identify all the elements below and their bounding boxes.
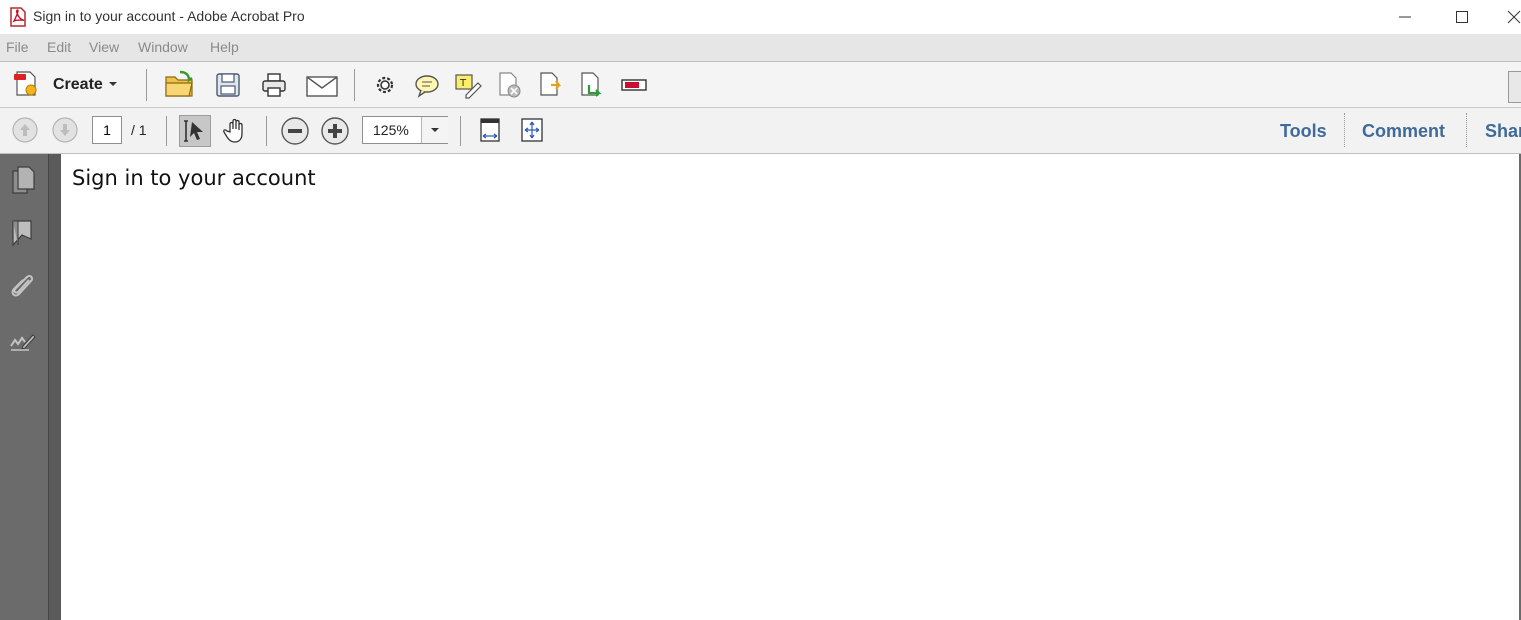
- menu-window[interactable]: Window: [138, 39, 188, 55]
- previous-page-icon[interactable]: [11, 116, 39, 144]
- panel-divider: [1466, 113, 1467, 147]
- pane-splitter[interactable]: [48, 154, 61, 620]
- create-pdf-icon[interactable]: [12, 70, 40, 98]
- navigation-pane: [0, 154, 48, 620]
- page-total: / 1: [131, 122, 147, 138]
- minimize-icon[interactable]: [1392, 4, 1418, 30]
- menu-file[interactable]: File: [6, 39, 29, 55]
- zoom-level-value: 125%: [373, 122, 409, 138]
- toolbar-divider: [166, 116, 167, 146]
- main-toolbar: Create T: [0, 62, 1521, 108]
- svg-text:T: T: [459, 78, 467, 89]
- toolbar-divider: [354, 69, 355, 101]
- bookmarks-icon[interactable]: [9, 219, 37, 249]
- toolbar-divider: [460, 116, 461, 146]
- menu-help[interactable]: Help: [210, 39, 239, 55]
- comment-icon[interactable]: [413, 72, 441, 100]
- gear-icon[interactable]: [371, 71, 399, 99]
- panel-divider: [1344, 113, 1345, 147]
- menu-view[interactable]: View: [89, 39, 119, 55]
- hand-tool-icon[interactable]: [222, 116, 250, 144]
- signatures-icon[interactable]: [9, 326, 37, 356]
- tools-panel-link[interactable]: Tools: [1280, 121, 1327, 142]
- document-send-icon[interactable]: [578, 71, 606, 99]
- zoom-out-icon[interactable]: [280, 116, 310, 146]
- menu-bar: File Edit View Window Help: [0, 34, 1521, 62]
- print-icon[interactable]: [260, 71, 288, 99]
- document-export-icon[interactable]: [537, 71, 565, 99]
- document-text: Sign in to your account: [72, 166, 316, 190]
- comment-panel-link[interactable]: Comment: [1362, 121, 1445, 142]
- attachments-icon[interactable]: [9, 272, 37, 302]
- open-folder-icon[interactable]: [164, 69, 196, 99]
- next-page-icon[interactable]: [51, 116, 79, 144]
- create-button[interactable]: Create: [53, 76, 103, 94]
- save-icon[interactable]: [214, 71, 242, 99]
- highlight-text-icon[interactable]: T: [454, 71, 482, 99]
- window-title: Sign in to your account - Adobe Acrobat …: [33, 8, 305, 24]
- select-cursor-icon: [184, 120, 203, 142]
- maximize-icon[interactable]: [1449, 4, 1475, 30]
- page-thumbnails-icon[interactable]: [9, 165, 37, 195]
- menu-edit[interactable]: Edit: [47, 39, 71, 55]
- share-panel-link[interactable]: Shar: [1485, 121, 1521, 142]
- chevron-down-icon[interactable]: [106, 78, 120, 90]
- document-remove-icon[interactable]: [496, 71, 524, 99]
- toolbar-divider: [266, 116, 267, 146]
- fit-width-icon[interactable]: [476, 116, 504, 144]
- chevron-down-icon: [431, 128, 439, 132]
- fit-page-icon[interactable]: [518, 116, 546, 144]
- document-page: [61, 154, 1521, 620]
- acrobat-pdf-icon: [10, 7, 26, 27]
- zoom-level-select[interactable]: 125%: [362, 116, 448, 144]
- toolbar-divider: [146, 69, 147, 101]
- zoom-in-icon[interactable]: [320, 116, 350, 146]
- page-number-input[interactable]: [92, 116, 122, 144]
- navigation-toolbar: / 1 125% Too: [0, 108, 1521, 154]
- form-field-icon[interactable]: [620, 71, 648, 99]
- select-tool-button[interactable]: [179, 115, 211, 147]
- title-bar: Sign in to your account - Adobe Acrobat …: [0, 0, 1521, 34]
- close-icon[interactable]: [1503, 4, 1521, 30]
- zoom-dropdown-button[interactable]: [421, 117, 448, 143]
- sign-in-button-edge[interactable]: [1508, 71, 1521, 103]
- email-icon[interactable]: [305, 72, 339, 100]
